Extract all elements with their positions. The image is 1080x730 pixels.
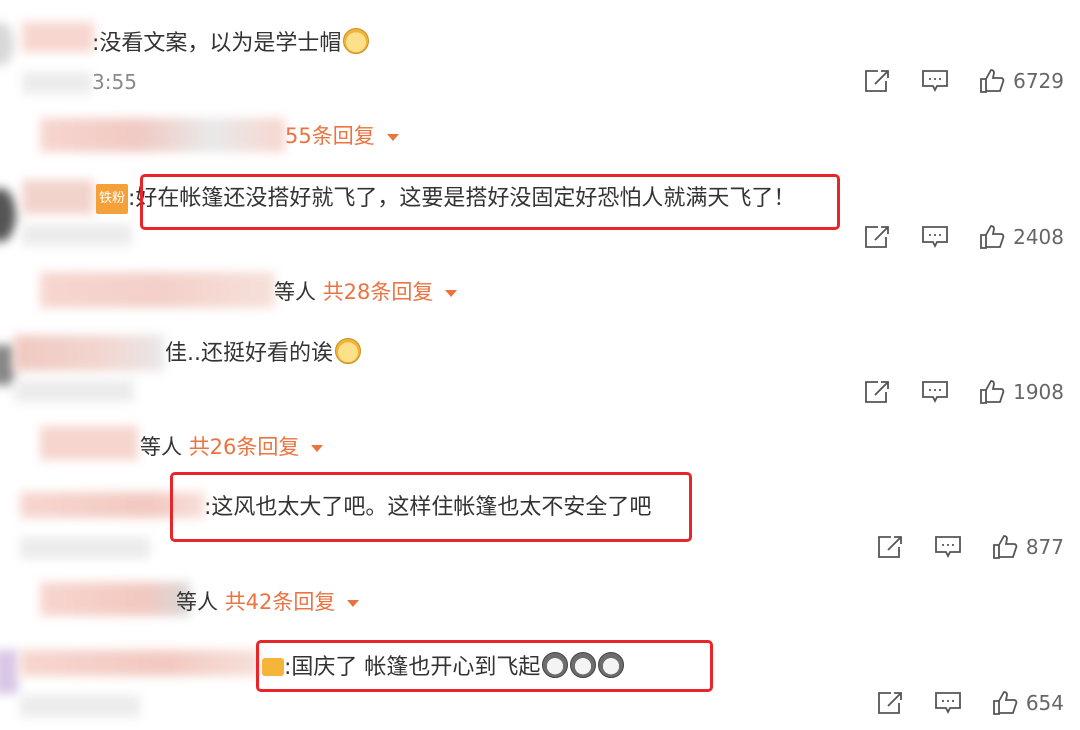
like-count: 877 (1025, 535, 1064, 559)
comment-actions: 877 (876, 534, 1064, 560)
timestamp-blurred (14, 380, 134, 402)
reply-users-blurred (40, 118, 285, 152)
share-button[interactable] (863, 379, 891, 405)
avatar[interactable] (0, 345, 14, 385)
username-blurred (20, 650, 260, 676)
dog-emoji-icon (335, 338, 361, 364)
reply-count-link[interactable]: 共26条回复 (189, 435, 300, 459)
share-icon (865, 381, 889, 403)
reply-summary[interactable]: 等人 共28条回复 (274, 276, 458, 306)
like-icon (992, 535, 1018, 559)
comment-actions: 654 (876, 690, 1064, 716)
reply-users-blurred (40, 582, 190, 616)
username-blurred (14, 335, 164, 371)
highlight-box (256, 640, 713, 692)
share-icon (877, 692, 902, 714)
comment-icon (922, 70, 948, 93)
reply-users-blurred (40, 426, 138, 460)
comment-button[interactable] (921, 68, 949, 94)
timestamp-blurred (22, 224, 132, 246)
like-button[interactable]: 2408 (979, 224, 1064, 250)
reply-count-link[interactable]: 共42条回复 (225, 590, 336, 614)
username-blurred (22, 180, 94, 214)
dropdown-triangle-icon (311, 444, 324, 452)
comment-icon (922, 381, 948, 404)
comment-button[interactable] (921, 224, 949, 250)
dropdown-triangle-icon (347, 599, 360, 607)
like-button[interactable]: 877 (992, 534, 1064, 560)
avatar[interactable] (0, 22, 14, 66)
comment-button[interactable] (934, 690, 962, 716)
timestamp-blurred (22, 72, 92, 94)
like-button[interactable]: 654 (992, 690, 1064, 716)
highlight-box (170, 472, 692, 542)
comment-text: :没看文案，以为是学士帽 (92, 28, 370, 58)
share-button[interactable] (863, 224, 891, 250)
like-icon (980, 380, 1005, 404)
timestamp-blurred (20, 695, 140, 717)
share-button[interactable] (863, 68, 891, 94)
share-icon (865, 226, 889, 248)
like-count: 6729 (1013, 69, 1064, 93)
dropdown-triangle-icon (445, 289, 458, 297)
comment-icon (934, 536, 961, 559)
like-button[interactable]: 1908 (979, 379, 1064, 405)
timestamp-blurred (20, 537, 150, 559)
comment-icon (934, 692, 961, 715)
reply-summary[interactable]: 等人 共26条回复 (140, 431, 324, 461)
reply-summary[interactable]: 55条回复 (285, 120, 399, 150)
fan-badge: 铁粉 (96, 184, 129, 214)
like-button[interactable]: 6729 (979, 68, 1064, 94)
comment-icon (922, 226, 948, 249)
reply-count-link[interactable]: 55条回复 (285, 124, 375, 148)
comment-actions: 1908 (863, 379, 1064, 405)
dropdown-triangle-icon (386, 133, 399, 141)
comment-actions: 6729 (863, 68, 1064, 94)
like-count: 654 (1025, 691, 1064, 715)
comment-text: 佳..还挺好看的诶 (165, 338, 361, 368)
comment-button[interactable] (934, 534, 962, 560)
highlight-box (140, 174, 840, 230)
avatar[interactable] (0, 650, 18, 694)
reply-users-blurred (40, 272, 275, 308)
comment-actions: 2408 (863, 224, 1064, 250)
share-button[interactable] (876, 534, 904, 560)
comment-button[interactable] (921, 379, 949, 405)
reply-summary[interactable]: 等人 共42条回复 (176, 586, 360, 616)
avatar[interactable] (0, 188, 16, 242)
like-count: 2408 (1013, 225, 1064, 249)
like-icon (992, 691, 1018, 715)
comment-time: 3:55 (92, 70, 137, 94)
like-icon (980, 225, 1005, 249)
like-icon (980, 69, 1005, 93)
like-count: 1908 (1013, 380, 1064, 404)
reply-count-link[interactable]: 共28条回复 (323, 280, 434, 304)
username-blurred (22, 22, 94, 52)
share-button[interactable] (876, 690, 904, 716)
share-icon (865, 70, 889, 92)
share-icon (877, 536, 902, 558)
dog-emoji-icon (343, 28, 370, 54)
